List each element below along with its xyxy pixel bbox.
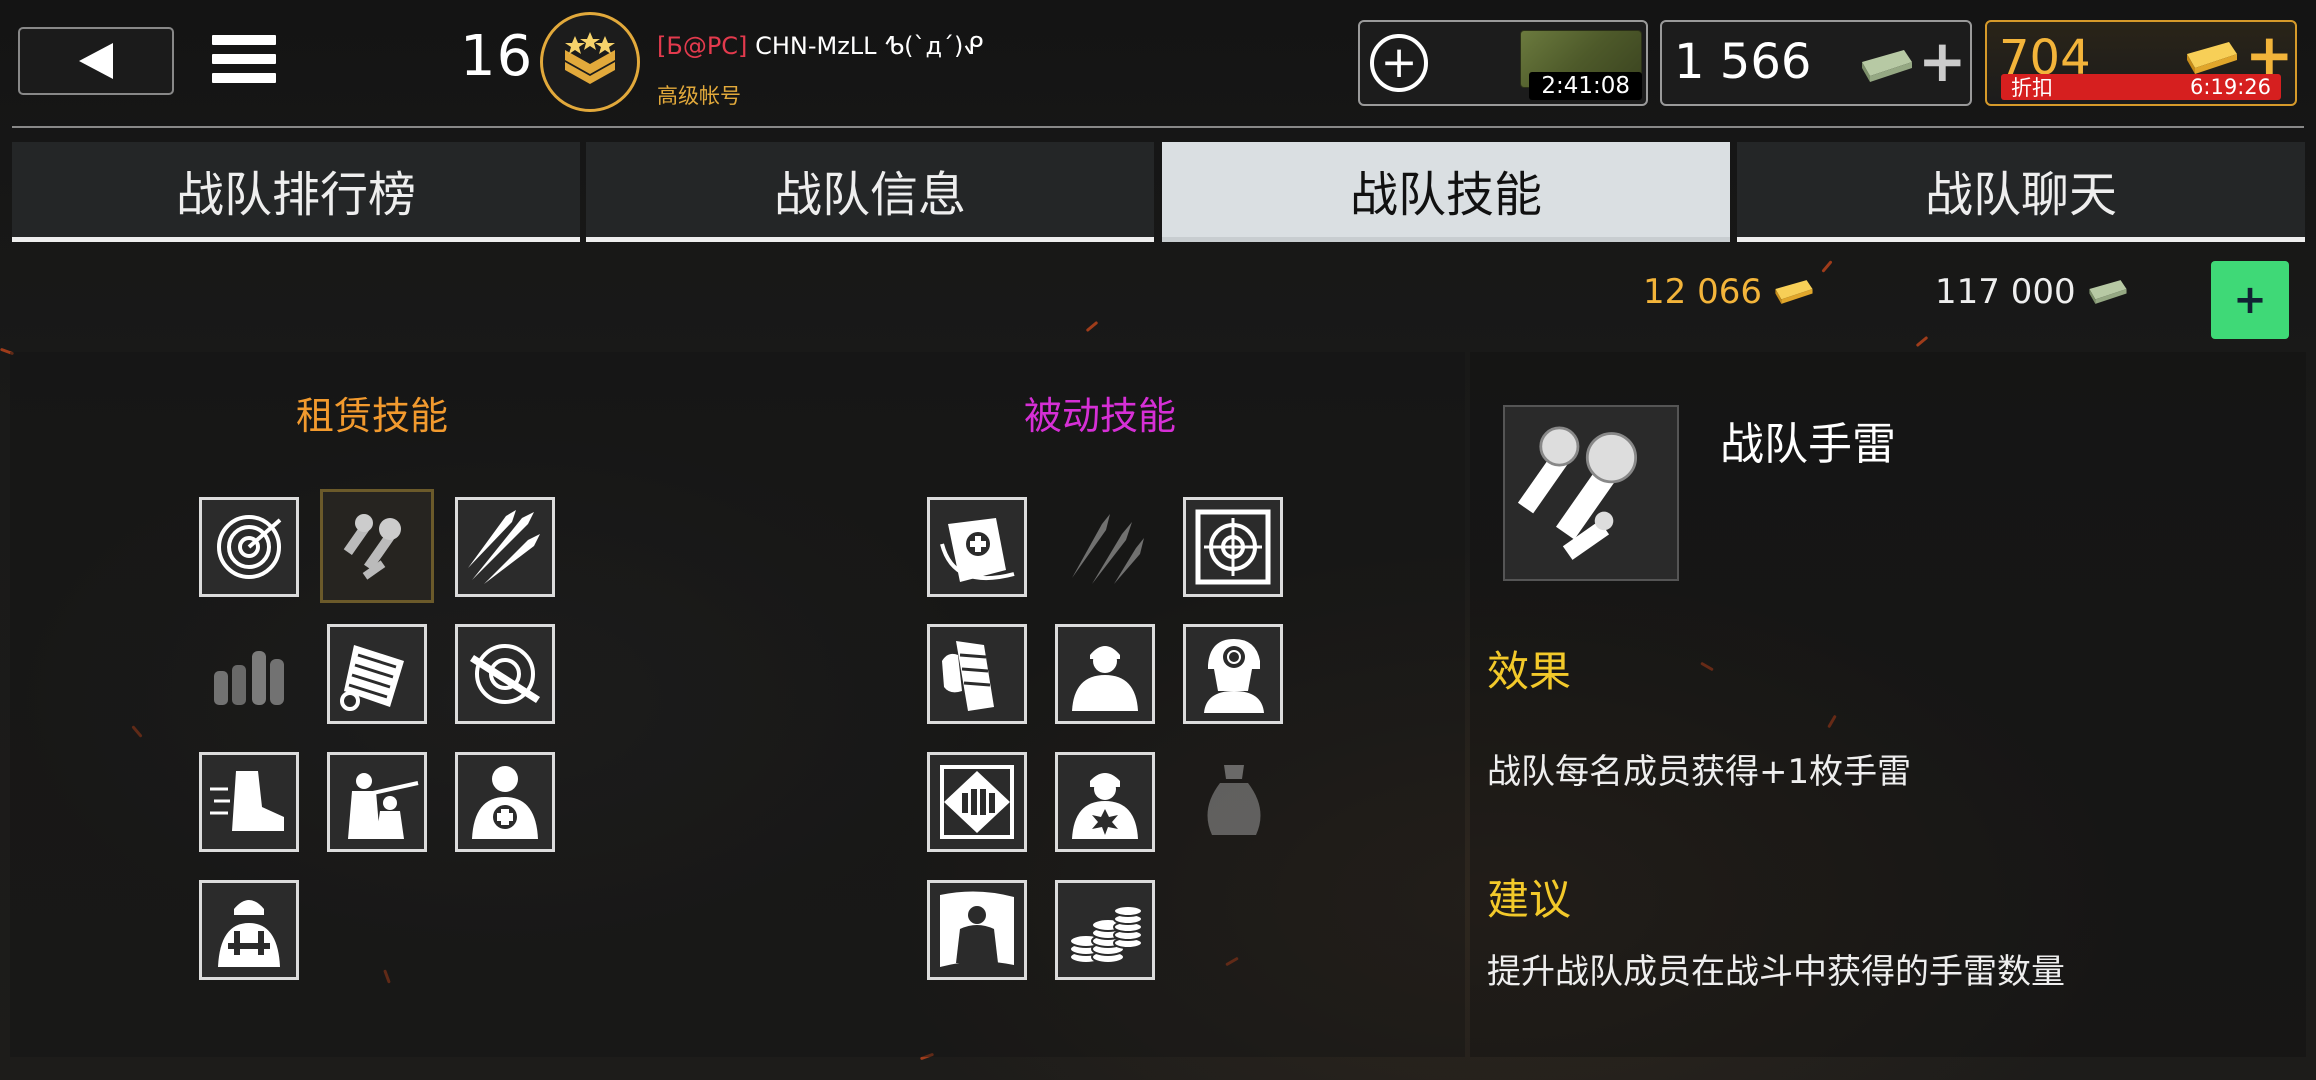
- add-cash-icon[interactable]: +: [1918, 32, 1967, 90]
- player-level: 16: [460, 24, 534, 89]
- knives-icon: [1072, 514, 1144, 584]
- clan-tag: [Б@PC]: [657, 32, 748, 60]
- rank-badge-icon[interactable]: [540, 12, 640, 112]
- selected-skill-name: 战队手雷: [1720, 419, 1896, 470]
- ember-particle: [1821, 260, 1833, 273]
- sniper-squad-icon: [348, 773, 419, 839]
- header-divider: [12, 126, 2304, 128]
- skill-sniper-squad[interactable]: [327, 752, 427, 852]
- gold-widget[interactable]: 704 + 折扣 6:19:26: [1985, 20, 2297, 106]
- skill-ammo-belt[interactable]: [327, 624, 427, 724]
- ember-particle: [1085, 320, 1099, 333]
- skill-armored-soldier[interactable]: [199, 880, 299, 980]
- ember-particle: [1915, 335, 1929, 348]
- discount-timer: 6:19:26: [2190, 75, 2271, 99]
- radar-icon: [217, 515, 282, 579]
- ammo-crate-icon: [940, 765, 1014, 839]
- effect-heading: 效果: [1487, 647, 1572, 696]
- skill-money-bag[interactable]: [1183, 752, 1283, 852]
- ammo-belt-icon: [340, 645, 404, 711]
- armored-soldier-icon: [218, 900, 280, 967]
- skill-helmet-target[interactable]: [1183, 624, 1283, 724]
- cash-amount: 1 566: [1674, 34, 1812, 90]
- coins-icon: [1069, 905, 1143, 964]
- effect-text: 战队每名成员获得+1枚手雷: [1487, 752, 1912, 792]
- back-arrow-icon: [79, 43, 113, 79]
- medkit-bag-icon: [940, 518, 1015, 582]
- add-crate-icon[interactable]: +: [1370, 34, 1428, 92]
- skill-explosive-vest[interactable]: [1055, 752, 1155, 852]
- tab-clan-chat[interactable]: 战队聊天: [1737, 142, 2305, 242]
- skill-target[interactable]: [1183, 497, 1283, 597]
- skill-soldier[interactable]: [1055, 624, 1155, 724]
- gold-icon: [2187, 42, 2237, 74]
- advice-text: 提升战队成员在战斗中获得的手雷数量: [1487, 952, 2065, 992]
- skill-knives[interactable]: [1055, 497, 1155, 597]
- back-button[interactable]: [18, 27, 174, 95]
- clan-gold: 12 066: [1643, 272, 1814, 312]
- skill-grenade[interactable]: [320, 489, 434, 603]
- cash-widget[interactable]: 1 566 +: [1660, 20, 1972, 106]
- magazine-icon: [942, 641, 994, 711]
- cash-icon: [1862, 50, 1912, 82]
- clan-gold-amount: 12 066: [1643, 272, 1762, 312]
- skill-rifle-target[interactable]: [455, 624, 555, 724]
- rifle-target-icon: [470, 644, 540, 704]
- gold-icon: [1775, 280, 1813, 304]
- player-name: [Б@PC] CHN-MzLL ᕹ(`д´)ᕵ: [657, 32, 983, 60]
- grenade-icon: [343, 514, 401, 580]
- crate-widget[interactable]: + 2:41:08: [1358, 20, 1648, 106]
- skill-medic[interactable]: [455, 752, 555, 852]
- medic-icon: [472, 766, 538, 839]
- boot-icon: [210, 771, 284, 831]
- skill-rockets[interactable]: [455, 497, 555, 597]
- flag-soldier-icon: [940, 891, 1014, 967]
- skill-radar[interactable]: [199, 497, 299, 597]
- selected-skill-icon: [1503, 405, 1679, 581]
- skill-ammo[interactable]: [199, 624, 299, 724]
- skill-ammo-crate[interactable]: [927, 752, 1027, 852]
- tab-clan-skills[interactable]: 战队技能: [1162, 142, 1730, 242]
- crate-timer: 2:41:08: [1529, 72, 1642, 100]
- skill-coins[interactable]: [1055, 880, 1155, 980]
- account-type: 高级帐号: [657, 84, 741, 108]
- clan-cash-amount: 117 000: [1935, 272, 2076, 312]
- rockets-icon: [468, 510, 540, 584]
- skill-magazine[interactable]: [927, 624, 1027, 724]
- clan-cash: 117 000: [1935, 272, 2128, 312]
- target-icon: [1195, 509, 1271, 585]
- grenade-icon: [1517, 426, 1638, 560]
- skill-medkit-bag[interactable]: [927, 497, 1027, 597]
- add-clan-funds-button[interactable]: +: [2211, 261, 2289, 339]
- passive-skills-title: 被动技能: [1024, 394, 1177, 438]
- money-bag-icon: [1207, 765, 1261, 835]
- skill-flag-soldier[interactable]: [927, 880, 1027, 980]
- advice-heading: 建议: [1487, 875, 1572, 924]
- player-nickname: CHN-MzLL ᕹ(`д´)ᕵ: [755, 32, 984, 60]
- ammo-icon: [214, 651, 284, 705]
- skill-boot[interactable]: [199, 752, 299, 852]
- helmet-target-icon: [1204, 639, 1264, 713]
- menu-button[interactable]: [212, 35, 276, 91]
- discount-banner[interactable]: 折扣 6:19:26: [2001, 74, 2281, 100]
- soldier-icon: [1072, 646, 1138, 711]
- tab-clan-info[interactable]: 战队信息: [586, 142, 1154, 242]
- explosive-vest-icon: [1072, 773, 1138, 839]
- discount-label: 折扣: [2011, 76, 2053, 100]
- hamburger-icon: [212, 35, 276, 45]
- cash-icon: [2089, 280, 2127, 304]
- rent-skills-title: 租赁技能: [296, 394, 449, 438]
- tab-clan-ranking[interactable]: 战队排行榜: [12, 142, 580, 242]
